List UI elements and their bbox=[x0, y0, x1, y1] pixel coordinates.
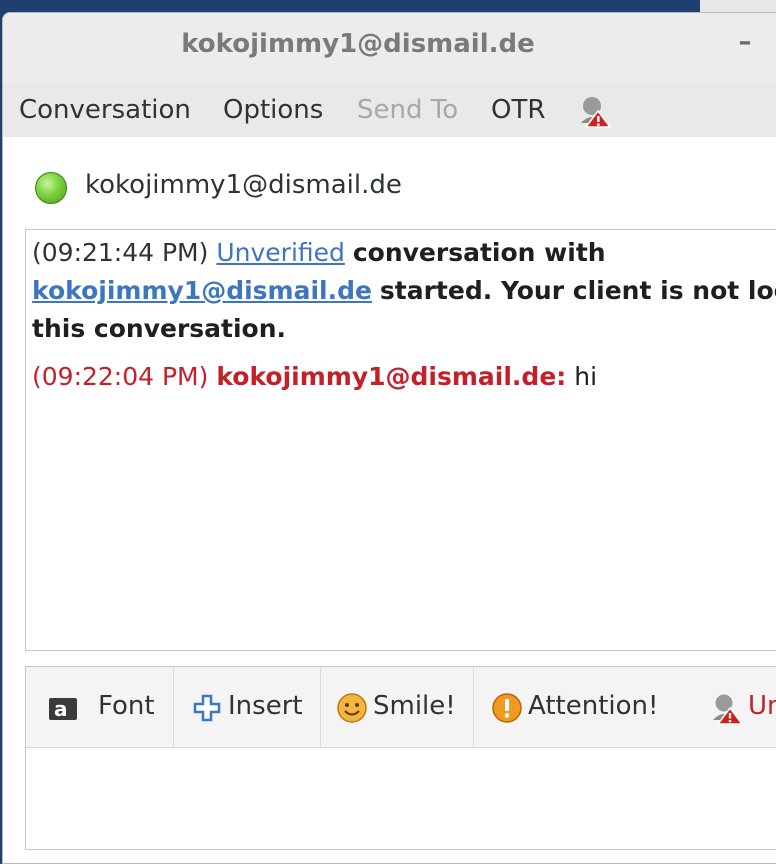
buddy-header: kokojimmy1@dismail.de bbox=[3, 137, 776, 229]
message-timestamp: (09:22:04 PM) bbox=[32, 362, 209, 391]
svg-text:a: a bbox=[54, 697, 68, 721]
menu-send-to[interactable]: Send To bbox=[357, 95, 458, 125]
otr-unverified-icon bbox=[713, 694, 744, 725]
otr-status-icon[interactable] bbox=[577, 93, 613, 129]
insert-button[interactable]: Insert bbox=[174, 667, 321, 747]
otr-unverified-button[interactable]: Unverified bbox=[706, 667, 776, 747]
buddy-name: kokojimmy1@dismail.de bbox=[85, 170, 402, 200]
message-input[interactable] bbox=[26, 748, 776, 848]
buddy-link[interactable]: kokojimmy1@dismail.de bbox=[32, 276, 372, 305]
minimize-button[interactable]: – bbox=[731, 27, 759, 57]
font-label: Font bbox=[98, 691, 155, 721]
message-timestamp: (09:21:44 PM) bbox=[32, 238, 209, 267]
menu-conversation[interactable]: Conversation bbox=[19, 95, 191, 125]
font-icon: a bbox=[49, 697, 77, 721]
smiley-icon bbox=[337, 693, 367, 723]
attention-button[interactable]: Attention! bbox=[474, 667, 686, 747]
received-message: (09:22:04 PM) kokojimmy1@dismail.de: hi bbox=[32, 358, 776, 396]
window-title: kokojimmy1@dismail.de bbox=[181, 29, 535, 59]
insert-plus-icon bbox=[193, 694, 221, 722]
title-bar[interactable]: kokojimmy1@dismail.de – bbox=[3, 13, 776, 84]
message-body: hi bbox=[574, 362, 598, 391]
unverified-link[interactable]: Unverified bbox=[216, 238, 345, 267]
message-text: this conversation. bbox=[32, 314, 287, 343]
smile-button[interactable]: Smile! bbox=[321, 667, 474, 747]
format-toolbar: a Font Insert Smile! Attention! U bbox=[26, 667, 776, 748]
menu-options[interactable]: Options bbox=[223, 95, 323, 125]
system-message: (09:21:44 PM) Unverified conversation wi… bbox=[32, 234, 776, 272]
available-status-icon bbox=[35, 172, 67, 204]
system-message-line-3: this conversation. bbox=[32, 310, 776, 348]
conversation-history[interactable]: (09:21:44 PM) Unverified conversation wi… bbox=[25, 229, 776, 651]
conversation-window: kokojimmy1@dismail.de – Conversation Opt… bbox=[2, 12, 776, 864]
font-button[interactable]: a Font bbox=[26, 667, 174, 747]
compose-area: a Font Insert Smile! Attention! U bbox=[25, 666, 776, 850]
menu-bar: Conversation Options Send To OTR bbox=[3, 83, 776, 138]
message-text: started. Your client is not logging bbox=[379, 276, 776, 305]
smile-label: Smile! bbox=[373, 691, 456, 721]
message-text: conversation with bbox=[352, 238, 606, 267]
insert-label: Insert bbox=[228, 691, 303, 721]
menu-otr[interactable]: OTR bbox=[491, 95, 545, 125]
otr-unverified-label: Unverified bbox=[748, 691, 776, 721]
attention-icon bbox=[492, 693, 522, 723]
attention-label: Attention! bbox=[528, 691, 659, 721]
message-sender: kokojimmy1@dismail.de: bbox=[216, 362, 567, 391]
system-message-line-2: kokojimmy1@dismail.de started. Your clie… bbox=[32, 272, 776, 310]
